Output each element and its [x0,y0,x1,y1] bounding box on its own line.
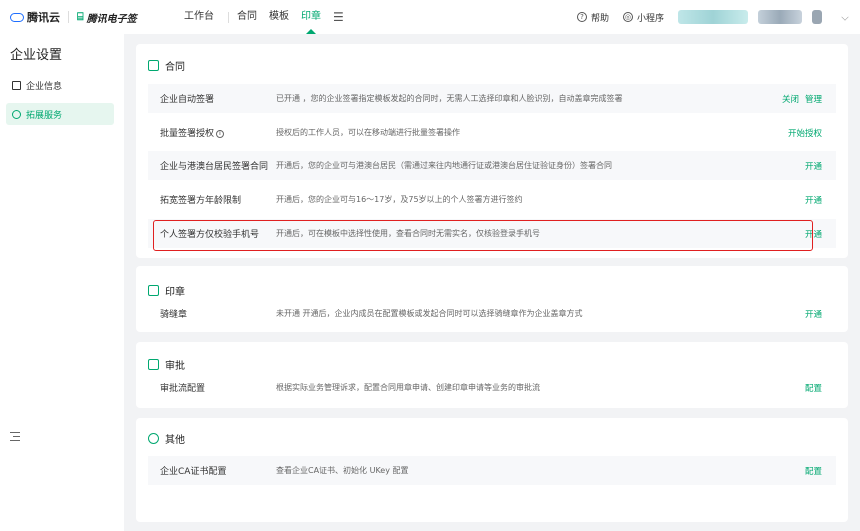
brand2-text: 腾讯电子签 [86,13,137,25]
row-name: 企业CA证书配置 [160,467,227,477]
sidebar: 企业设置 企业信息 拓展服务 [0,34,124,531]
row-desc: 已开通 ，您的企业签署指定模板发起的合同时，无需人工选择印章和人脸识别，自动盖章… [276,94,623,103]
sidebar-title: 企业设置 [10,48,63,63]
sidebar-item-label: 企业信息 [26,81,63,92]
row-desc: 查看企业CA证书、初始化 UKey 配置 [276,466,409,475]
section-title: 合同 [165,62,185,73]
nav-contract[interactable]: 合同 [231,0,263,34]
row-desc: 授权后的工作人员，可以在移动端进行批量签署操作 [276,128,460,137]
configure-button[interactable]: 配置 [805,465,822,477]
account-info-blurred[interactable] [678,10,748,24]
highlight-box [153,220,813,251]
nav-seal[interactable]: 印章 [295,0,327,34]
row-name-text: 批量签署授权 [160,129,215,139]
main-nav: 工作台 合同 模板 印章 ☰ [178,0,350,34]
miniprogram-label: 小程序 [636,13,664,24]
row-desc: 开通后，您的企业可与港澳台居民（需通过来往内地通行证或港澳台居住证验证身份）签署… [276,161,612,170]
miniprogram-link[interactable]: ◎ 小程序 [622,11,664,24]
help-icon: ? [576,12,587,22]
section-title: 其他 [165,435,185,446]
table-row: 企业CA证书配置 查看企业CA证书、初始化 UKey 配置 配置 [148,456,836,485]
approval-section-header: 审批 [148,357,185,372]
seal-icon [148,285,159,296]
section-title: 审批 [165,361,185,372]
enable-button[interactable]: 开通 [805,160,822,172]
sidebar-item-company-info[interactable]: 企业信息 [6,74,114,96]
contract-section-header: 合同 [148,58,185,73]
help-label: 帮助 [590,13,609,24]
avatar[interactable] [812,10,822,24]
row-desc: 开通后，您的企业可与16～17岁，及75岁以上的个人签署方进行签约 [276,195,523,204]
manage-button[interactable]: 管理 [805,93,822,105]
row-name: 企业与港澳台居民签署合同 [160,162,269,172]
table-row: 批量签署授权 i 授权后的工作人员，可以在移动端进行批量签署操作 开始授权 [148,118,836,147]
top-right-area: ? 帮助 ◎ 小程序 [576,0,860,34]
row-desc: 未开通 开通后，企业内成员在配置模板或发起合同时可以选择骑缝章作为企业盖章方式 [276,309,583,318]
enable-button[interactable]: 开通 [805,308,822,320]
close-button[interactable]: 关闭 [782,93,799,105]
esign-logo[interactable]: ⌸ 腾讯电子签 [77,10,137,25]
cloud-icon [10,12,24,22]
row-name: 拓宽签署方年龄限制 [160,196,242,206]
sidebar-item-extended-services[interactable]: 拓展服务 [6,103,114,125]
nav-workbench[interactable]: 工作台 [178,0,220,34]
row-name: 批量签署授权 i [148,126,276,139]
contract-icon [148,60,159,71]
table-row: 企业与港澳台居民签署合同 开通后，您的企业可与港澳台居民（需通过来往内地通行证或… [148,151,836,180]
esign-mark-icon: ⌸ [77,10,84,23]
chevron-down-icon[interactable] [841,13,849,21]
table-row: 企业自动签署 已开通 ，您的企业签署指定模板发起的合同时，无需人工选择印章和人脸… [148,84,836,113]
row-desc: 根据实际业务管理诉求，配置合同用章申请、创建印章申请等业务的审批流 [276,383,540,392]
org-info-blurred[interactable] [758,10,802,24]
document-icon [12,80,21,90]
more-icon [148,433,159,444]
row-name: 审批流配置 [160,384,206,394]
approval-card: 审批 审批流配置 根据实际业务管理诉求，配置合同用章申请、创建印章申请等业务的审… [136,342,848,408]
seal-card: 印章 骑缝章 未开通 开通后，企业内成员在配置模板或发起合同时可以选择骑缝章作为… [136,266,848,332]
menu-icon[interactable]: ☰ [327,10,350,24]
row-name: 骑缝章 [160,310,188,320]
sidebar-item-label: 拓展服务 [26,110,63,121]
top-bar: 腾讯云 ⌸ 腾讯电子签 工作台 合同 模板 印章 ☰ ? 帮助 ◎ 小程序 [0,0,860,34]
extension-icon [12,109,21,119]
tencent-cloud-logo[interactable]: 腾讯云 [10,9,60,25]
info-icon[interactable]: i [216,129,225,138]
help-link[interactable]: ? 帮助 [576,11,609,24]
nav-divider [228,11,229,23]
brand1-text: 腾讯云 [27,11,60,24]
seal-section-header: 印章 [148,283,185,298]
other-section-header: 其他 [148,431,185,446]
miniprogram-icon: ◎ [622,12,633,22]
section-title: 印章 [165,287,185,298]
enable-button[interactable]: 开通 [805,194,822,206]
other-card: 其他 企业CA证书配置 查看企业CA证书、初始化 UKey 配置 配置 [136,418,848,522]
logo-divider [68,11,69,23]
nav-template[interactable]: 模板 [263,0,295,34]
collapse-sidebar-icon[interactable] [10,432,20,441]
start-authorization-button[interactable]: 开始授权 [788,127,822,139]
table-row: 审批流配置 根据实际业务管理诉求，配置合同用章申请、创建印章申请等业务的审批流 … [148,373,836,402]
table-row: 骑缝章 未开通 开通后，企业内成员在配置模板或发起合同时可以选择骑缝章作为企业盖… [148,299,836,328]
table-row: 拓宽签署方年龄限制 开通后，您的企业可与16～17岁，及75岁以上的个人签署方进… [148,185,836,214]
logo-area: 腾讯云 ⌸ 腾讯电子签 [0,9,170,25]
approval-icon [148,359,159,370]
row-name: 企业自动签署 [160,95,215,105]
configure-button[interactable]: 配置 [805,382,822,394]
main-content: 合同 企业自动签署 已开通 ，您的企业签署指定模板发起的合同时，无需人工选择印章… [124,34,860,531]
